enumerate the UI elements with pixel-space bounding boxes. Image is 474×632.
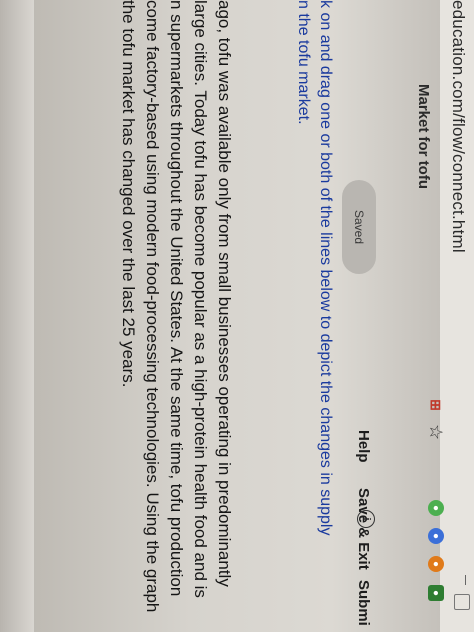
extension-blue-icon[interactable]: ● <box>428 528 444 544</box>
extension-green-icon[interactable]: ● <box>428 500 444 516</box>
extension-square-icon[interactable]: ● <box>428 585 444 601</box>
question-paragraph: ago, tofu was available only from small … <box>116 0 236 632</box>
extension-icon[interactable]: ⊞ <box>426 392 446 418</box>
screen: education.com/flow/connect.html ⊞ ☆ ● ● … <box>0 0 474 632</box>
minimize-icon[interactable] <box>465 575 466 585</box>
paragraph-line: the tofu market has changed over the las… <box>119 0 138 388</box>
instruction-line-1: k on and drag one or both of the lines b… <box>317 0 334 536</box>
instruction-line-2: n the tofu market. <box>295 0 312 125</box>
graph-title: Market for tofu <box>415 84 432 189</box>
paragraph-line: n supermarkets throughout the United Sta… <box>167 0 186 597</box>
saved-indicator: Saved <box>342 180 376 274</box>
extension-orange-icon[interactable]: ● <box>428 556 444 572</box>
address-bar[interactable]: education.com/flow/connect.html <box>440 0 474 632</box>
paragraph-line: large cities. Today tofu has become popu… <box>191 0 210 598</box>
rotated-page: education.com/flow/connect.html ⊞ ☆ ● ● … <box>0 0 474 632</box>
submit-button[interactable]: Submi <box>355 580 372 626</box>
info-icon[interactable]: i <box>357 510 375 528</box>
address-url[interactable]: education.com/flow/connect.html <box>448 0 468 253</box>
window-icon[interactable] <box>454 594 470 610</box>
paragraph-line: come factory-based using modern food-pro… <box>143 0 162 613</box>
saved-label: Saved <box>352 209 366 245</box>
screen-edge <box>0 0 34 632</box>
paragraph-line: ago, tofu was available only from small … <box>215 0 234 587</box>
bookmark-star-icon[interactable]: ☆ <box>425 424 446 440</box>
help-button[interactable]: Help <box>355 430 372 463</box>
save-exit-button[interactable]: Save & Exit <box>355 488 372 570</box>
